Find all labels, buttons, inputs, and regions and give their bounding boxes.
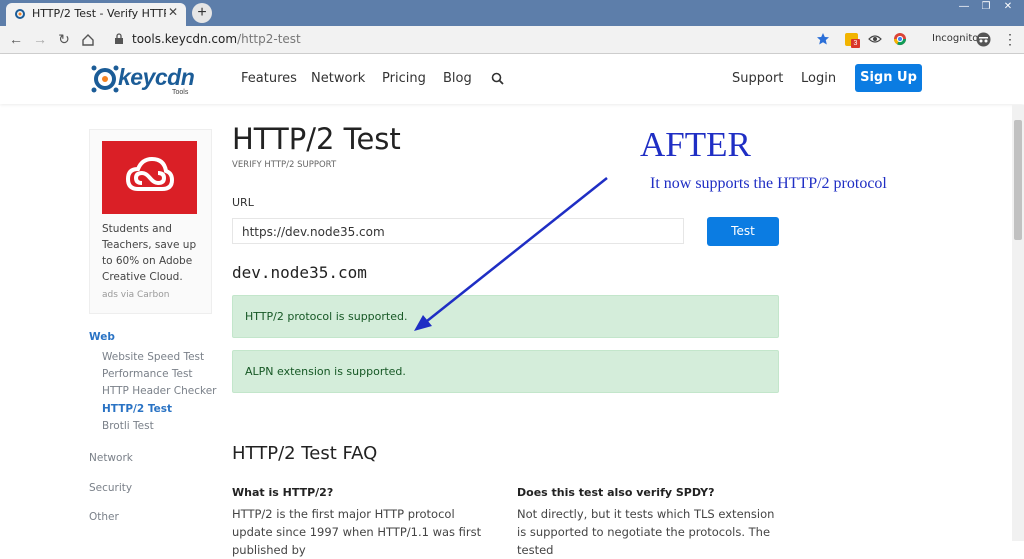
sign-up-button[interactable]: Sign Up — [855, 64, 922, 92]
nav-pricing[interactable]: Pricing — [382, 71, 426, 86]
url-label: URL — [232, 196, 254, 209]
extension-badge: 3 — [851, 39, 860, 48]
sidebar-heading-security[interactable]: Security — [89, 482, 132, 494]
bookmark-star-icon[interactable] — [816, 32, 830, 46]
address-bar[interactable]: tools.keycdn.com/http2-test — [106, 29, 842, 50]
minimize-icon[interactable]: — — [953, 0, 975, 14]
logo-subtitle: Tools — [172, 89, 189, 96]
back-icon[interactable]: ← — [7, 31, 25, 49]
sidebar-item-http2-test[interactable]: HTTP/2 Test — [102, 403, 172, 415]
tab-title: HTTP/2 Test - Verify HTTP/2 Supp — [32, 7, 166, 20]
page-subtitle: VERIFY HTTP/2 SUPPORT — [232, 160, 337, 170]
incognito-label: Incognito — [932, 33, 979, 44]
nav-login[interactable]: Login — [801, 71, 836, 86]
new-tab-button[interactable]: + — [192, 3, 212, 23]
faq-title: HTTP/2 Test FAQ — [232, 443, 378, 464]
search-icon[interactable] — [491, 72, 504, 85]
window-close-icon[interactable]: ✕ — [997, 0, 1019, 14]
logo-text[interactable]: keycdn — [118, 64, 195, 91]
sidebar-heading-network[interactable]: Network — [89, 452, 133, 464]
reload-icon[interactable]: ↻ — [55, 31, 73, 49]
sidebar-item-brotli-test[interactable]: Brotli Test — [102, 420, 154, 432]
nav-blog[interactable]: Blog — [443, 71, 472, 86]
close-tab-icon[interactable]: ✕ — [168, 5, 178, 19]
incognito-icon[interactable] — [976, 32, 991, 47]
browser-tab[interactable]: HTTP/2 Test - Verify HTTP/2 Supp ✕ — [6, 3, 186, 26]
extension-icon[interactable]: 3 — [845, 33, 860, 48]
keycdn-logo-icon[interactable] — [90, 64, 120, 94]
sidebar-heading-other[interactable]: Other — [89, 511, 119, 523]
faq-question: What is HTTP/2? — [232, 486, 334, 499]
forward-icon[interactable]: → — [31, 31, 49, 49]
home-icon[interactable] — [81, 33, 95, 47]
test-button[interactable]: Test — [707, 217, 779, 246]
after-annotation: AFTER — [640, 125, 751, 164]
lock-icon — [115, 33, 123, 44]
http2-result-text: HTTP/2 protocol is supported. — [245, 310, 408, 323]
url-input[interactable]: https://dev.node35.com — [232, 218, 684, 244]
creative-cloud-icon — [125, 156, 175, 191]
adobe-cc-ad-image[interactable] — [102, 141, 197, 214]
faq-answer: Not directly, but it tests which TLS ext… — [517, 507, 775, 557]
nav-features[interactable]: Features — [241, 71, 297, 86]
alpn-support-alert: ALPN extension is supported. — [232, 350, 779, 393]
sidebar-heading-web[interactable]: Web — [89, 331, 115, 343]
faq-question: Does this test also verify SPDY? — [517, 486, 715, 499]
ad-attribution[interactable]: ads via Carbon — [102, 290, 169, 300]
http2-support-alert: HTTP/2 protocol is supported. — [232, 295, 779, 338]
tested-domain: dev.node35.com — [232, 263, 367, 282]
nav-support[interactable]: Support — [732, 71, 783, 86]
sidebar-item-performance-test[interactable]: Performance Test — [102, 368, 193, 380]
sidebar-item-http-header-checker[interactable]: HTTP Header Checker — [102, 385, 216, 397]
restore-icon[interactable]: ❐ — [975, 0, 997, 14]
url-text: tools.keycdn.com/http2-test — [132, 32, 301, 46]
chrome-extension-icon[interactable] — [893, 32, 907, 46]
scrollbar-thumb[interactable] — [1014, 120, 1022, 240]
menu-kebab-icon[interactable]: ⋮ — [1003, 31, 1017, 48]
page-title: HTTP/2 Test — [232, 122, 401, 156]
ad-text[interactable]: Students and Teachers, save up to 60% on… — [102, 221, 202, 285]
annotation-note: It now supports the HTTP/2 protocol — [650, 175, 887, 192]
keycdn-favicon-icon — [15, 9, 25, 19]
alpn-result-text: ALPN extension is supported. — [245, 365, 406, 378]
nav-network[interactable]: Network — [311, 71, 365, 86]
eye-icon[interactable] — [868, 33, 882, 45]
sidebar-item-website-speed-test[interactable]: Website Speed Test — [102, 351, 204, 363]
faq-answer: HTTP/2 is the first major HTTP protocol … — [232, 507, 482, 557]
